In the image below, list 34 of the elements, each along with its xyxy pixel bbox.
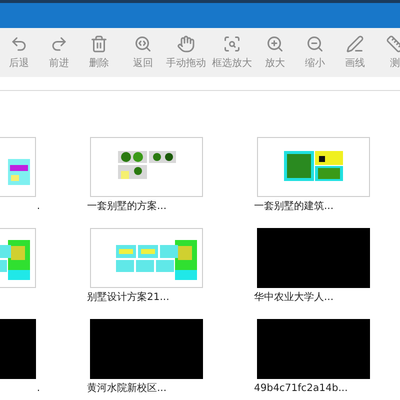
toolbar-button[interactable]: 测 (376, 34, 400, 70)
file-name: 一套别墅的方案... (87, 200, 167, 213)
thumbnail[interactable] (257, 319, 370, 379)
toolbar-button[interactable]: 画线 (336, 34, 374, 70)
toolbar-button[interactable]: 前进 (40, 34, 78, 70)
file-name: 49b4c71fc2a14b... (254, 382, 348, 395)
toolbar-button[interactable]: 放大 (256, 34, 294, 70)
toolbar-button[interactable]: 缩小 (296, 34, 334, 70)
thumbnail[interactable] (90, 319, 203, 379)
hand-icon (177, 34, 195, 52)
thumbnail[interactable] (257, 137, 370, 197)
undo-arrow-icon (10, 34, 28, 52)
thumbnail[interactable] (257, 228, 370, 288)
toolbar-button[interactable]: 手动拖动 (164, 34, 208, 70)
pen-line-icon (346, 34, 364, 52)
ruler-icon (386, 34, 400, 52)
toolbar-button[interactable]: 返回 (124, 34, 162, 70)
file-name: 别墅设计方案21... (87, 291, 170, 304)
toolbar-button[interactable]: 删除 (80, 34, 118, 70)
magnifier-icon (134, 34, 152, 52)
toolbar-button[interactable]: 后退 (0, 34, 38, 70)
file-name: 华中农业大学人... (254, 291, 334, 304)
file-name: . (36, 200, 40, 213)
zoom-selection-icon (223, 34, 241, 52)
toolbar-button[interactable]: 框选放大 (210, 34, 254, 70)
thumbnail[interactable] (90, 137, 203, 197)
file-name: . (36, 382, 40, 395)
zoom-in-icon (266, 34, 284, 52)
file-name: 黄河水院新校区... (87, 382, 167, 395)
thumbnail[interactable] (90, 228, 203, 288)
trash-icon (90, 34, 108, 52)
file-name: 一套别墅的建筑... (254, 200, 334, 213)
redo-arrow-icon (50, 34, 68, 52)
zoom-out-icon (306, 34, 324, 52)
